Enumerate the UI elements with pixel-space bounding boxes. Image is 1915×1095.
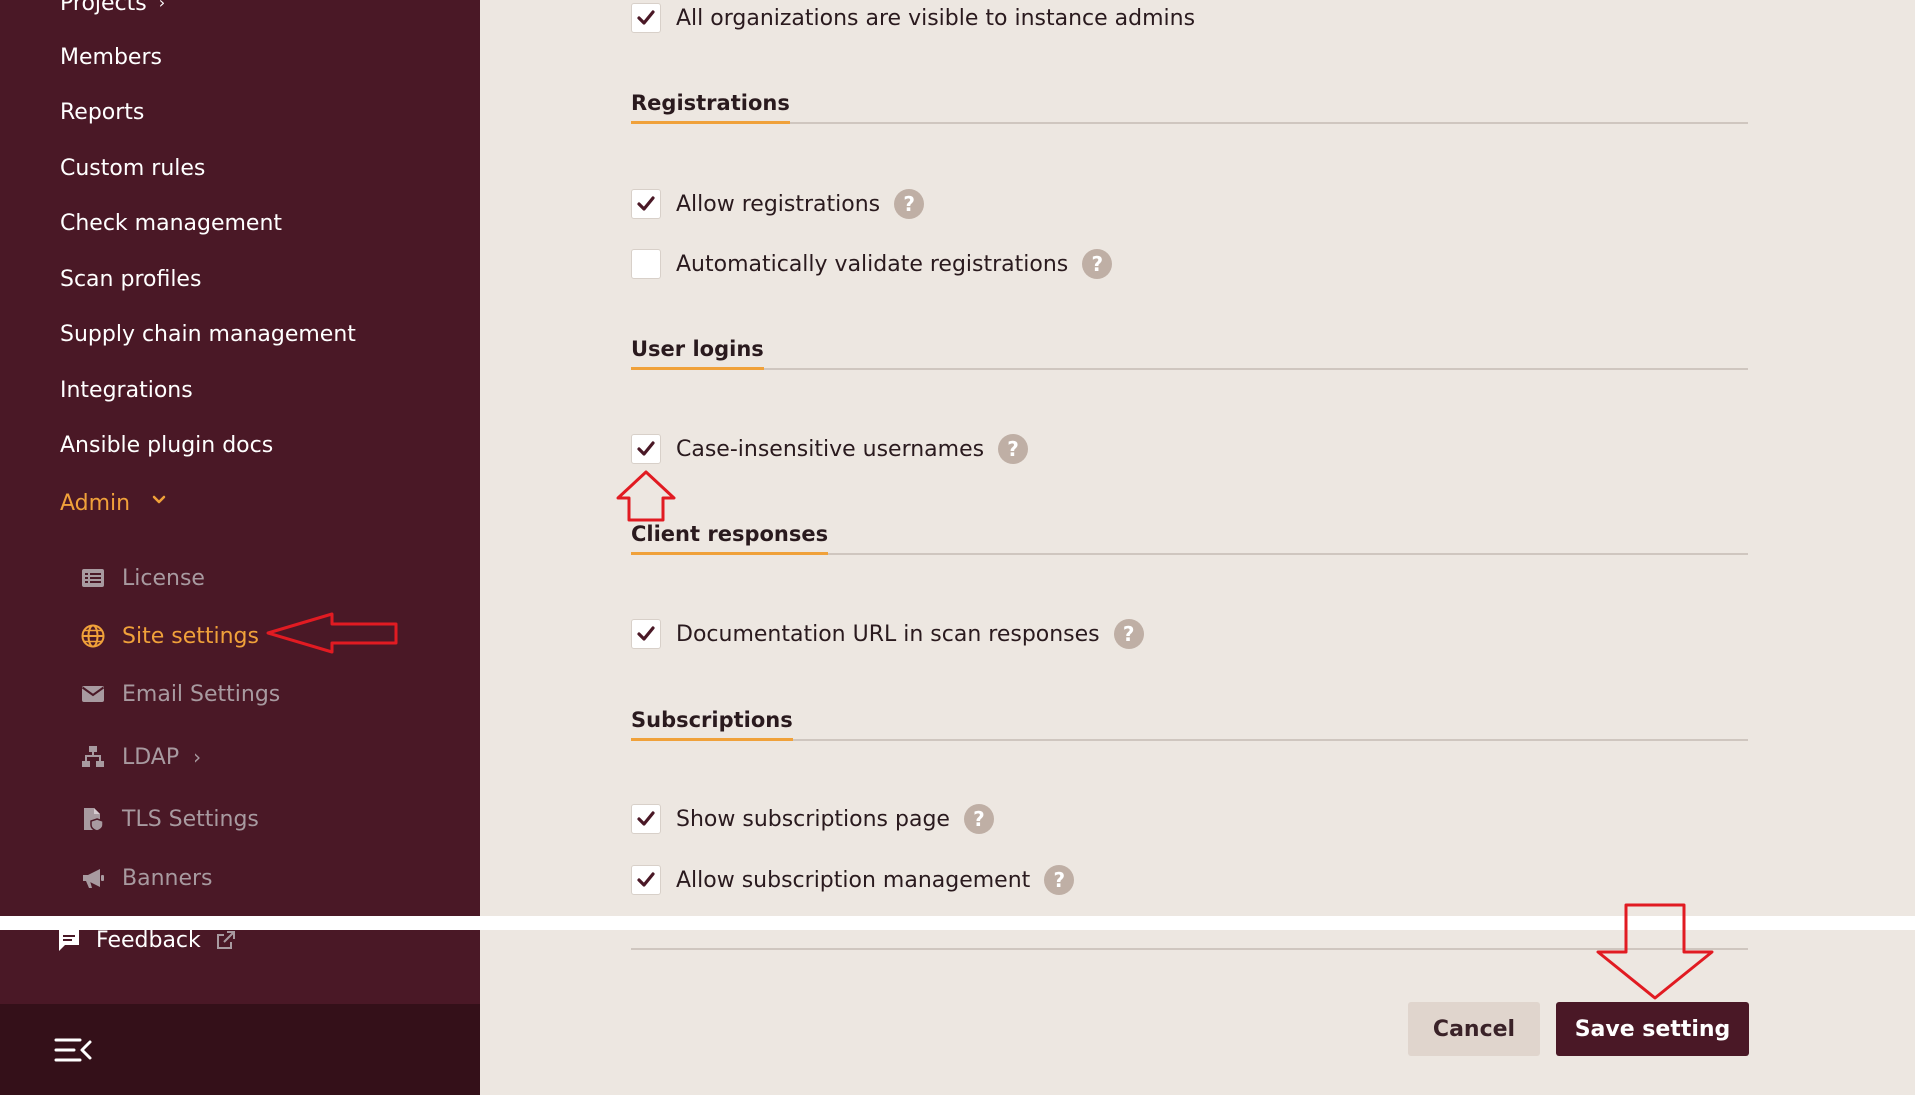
chat-icon [59, 930, 79, 951]
setting-label: Allow registrations [676, 191, 881, 217]
chevron-right-icon: › [158, 0, 166, 12]
sidebar-item-projects[interactable]: Projects › [60, 0, 165, 17]
setting-auto-validate-registrations: Automatically validate registrations ? [631, 248, 1113, 280]
section-title: Client responses [631, 522, 829, 555]
sidebar-subitem-label: License [122, 565, 205, 591]
setting-allow-registrations: Allow registrations ? [631, 188, 925, 220]
setting-label: Case-insensitive usernames [676, 436, 985, 462]
checkbox-org-visibility[interactable] [631, 3, 661, 33]
setting-label: Allow subscription management [676, 867, 1031, 893]
sidebar-subitem-email-settings[interactable]: Email Settings [80, 679, 280, 709]
help-icon[interactable]: ? [1044, 865, 1075, 895]
check-icon [637, 10, 655, 25]
setting-case-insensitive-usernames: Case-insensitive usernames ? [631, 433, 1029, 465]
setting-label: Automatically validate registrations [676, 251, 1069, 277]
sidebar-item-integrations[interactable]: Integrations [60, 378, 193, 404]
section-user-logins: User logins [631, 337, 1748, 370]
checkbox-documentation-url[interactable] [631, 619, 661, 649]
sidebar-subitem-site-settings[interactable]: Site settings [80, 621, 259, 651]
sidebar-subitem-label: TLS Settings [122, 806, 259, 832]
cancel-button[interactable]: Cancel [1408, 1002, 1540, 1056]
sidebar-item-check-management[interactable]: Check management [60, 211, 282, 237]
section-registrations: Registrations [631, 91, 1748, 124]
setting-label: All organizations are visible to instanc… [676, 5, 1196, 31]
external-link-icon [216, 931, 235, 949]
checkbox-case-insensitive-usernames[interactable] [631, 434, 661, 464]
checkbox-show-subscriptions-page[interactable] [631, 804, 661, 834]
check-icon [637, 872, 655, 887]
sidebar-item-custom-rules[interactable]: Custom rules [60, 156, 205, 182]
collapse-menu-icon[interactable] [54, 1034, 94, 1066]
sidebar-subitem-ldap[interactable]: LDAP › [80, 742, 201, 772]
sidebar-subitem-banners[interactable]: Banners [80, 863, 213, 893]
sidebar-subitem-label: Email Settings [122, 681, 281, 707]
section-title: Registrations [631, 91, 790, 124]
chevron-down-icon [152, 495, 166, 504]
help-icon[interactable]: ? [1113, 619, 1144, 649]
setting-label: Show subscriptions page [676, 806, 950, 832]
setting-documentation-url: Documentation URL in scan responses ? [631, 618, 1144, 650]
sidebar-item-label: Admin [60, 491, 131, 516]
setting-allow-subscription-management: Allow subscription management ? [631, 864, 1075, 896]
feedback-label: Feedback [96, 927, 201, 953]
sidebar-subitem-license[interactable]: License [80, 563, 205, 593]
check-icon [637, 441, 655, 456]
setting-label: Documentation URL in scan responses [676, 621, 1100, 647]
sidebar-item-reports[interactable]: Reports [60, 100, 144, 126]
save-setting-button[interactable]: Save setting [1556, 1002, 1749, 1056]
help-icon[interactable]: ? [1082, 249, 1113, 279]
sidebar-subitem-tls-settings[interactable]: TLS Settings [80, 804, 259, 834]
sidebar-subitem-label: Site settings [122, 623, 259, 649]
divider [631, 948, 1748, 950]
check-icon [637, 626, 655, 641]
sidebar-item-label: Projects [60, 0, 147, 16]
checkbox-allow-subscription-management[interactable] [631, 865, 661, 895]
sidebar-item-scan-profiles[interactable]: Scan profiles [60, 267, 201, 293]
sidebar-item-admin[interactable]: Admin [60, 491, 167, 517]
setting-org-visibility: All organizations are visible to instanc… [631, 2, 1195, 34]
section-title: User logins [631, 337, 764, 370]
section-client-responses: Client responses [631, 522, 1748, 555]
section-subscriptions: Subscriptions [631, 708, 1748, 741]
setting-show-subscriptions-page: Show subscriptions page ? [631, 803, 994, 835]
chevron-right-icon: › [193, 745, 202, 769]
check-icon [637, 811, 655, 826]
checkbox-allow-registrations[interactable] [631, 189, 661, 219]
feedback-link[interactable]: Feedback [56, 924, 237, 956]
sidebar-item-members[interactable]: Members [60, 45, 162, 71]
section-title: Subscriptions [631, 708, 793, 741]
list-icon [82, 569, 104, 587]
sidebar-item-supply-chain-management[interactable]: Supply chain management [60, 322, 356, 348]
envelope-icon [81, 686, 105, 702]
check-icon [637, 196, 655, 211]
sidebar-subitem-label: Banners [122, 865, 213, 891]
help-icon[interactable]: ? [963, 804, 994, 834]
help-icon[interactable]: ? [894, 189, 925, 219]
sidebar-item-ansible-plugin-docs[interactable]: Ansible plugin docs [60, 433, 273, 459]
file-shield-icon [84, 808, 104, 832]
sidebar-subitem-label: LDAP [122, 744, 180, 770]
globe-icon [81, 624, 105, 648]
network-icon [82, 746, 104, 767]
help-icon[interactable]: ? [998, 434, 1029, 464]
megaphone-icon [83, 869, 104, 888]
checkbox-auto-validate-registrations[interactable] [631, 249, 661, 279]
